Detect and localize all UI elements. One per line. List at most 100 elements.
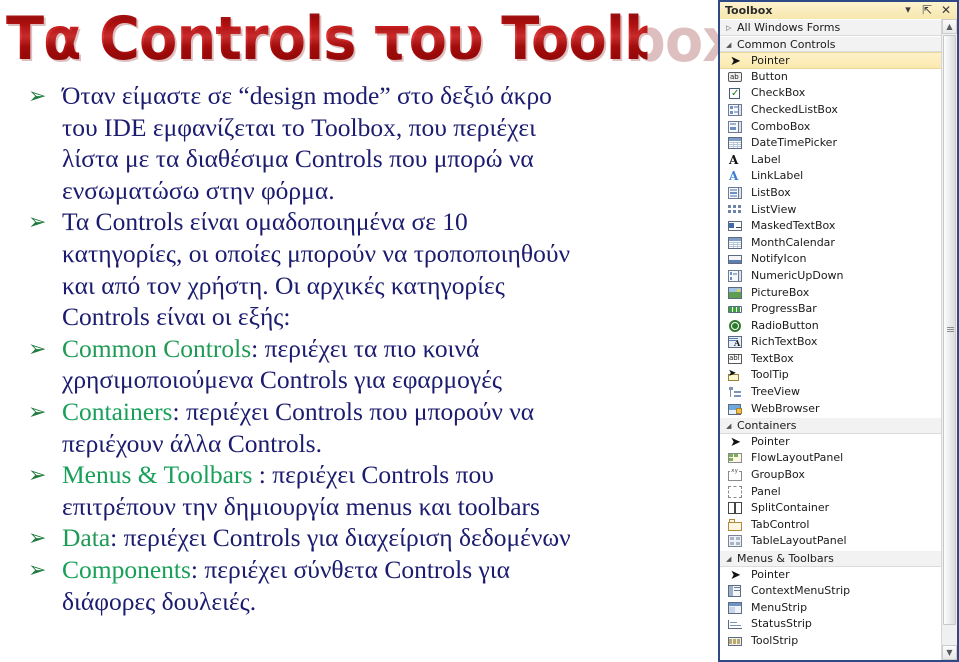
collapsed-triangle-icon[interactable]: ▷ <box>726 20 731 37</box>
scroll-up-icon[interactable]: ▲ <box>942 19 957 34</box>
notifyicon-icon <box>728 253 742 266</box>
toolbox-item[interactable]: StatusStrip <box>720 616 941 633</box>
toolbox-group-label: Common Controls <box>737 37 836 51</box>
slide-bullet: ➢ Containers: περιέχει Controls που μπορο… <box>18 396 698 459</box>
bullet-line: Controls είναι οι εξής: <box>62 302 291 332</box>
statusstrip-icon <box>728 618 742 631</box>
listbox-icon <box>728 186 742 200</box>
monthcalendar-icon <box>728 236 742 250</box>
panel-icon <box>728 485 742 499</box>
toolbox-item[interactable]: abl TextBox <box>720 350 941 368</box>
toolbox-item[interactable]: SplitContainer <box>720 500 941 517</box>
slide-body: ➢ Όταν είμαστε σε “design mode” στο δεξιό… <box>18 80 698 617</box>
tabcontrol-icon <box>728 518 742 532</box>
toolbox-item-label: CheckBox <box>751 86 806 100</box>
maskedtextbox-icon <box>728 220 742 233</box>
bullet-line: επιτρέπουν την δημιουργία menus και tool… <box>62 491 540 521</box>
toolbox-scrollbar[interactable]: ▲ ▼ <box>941 19 957 660</box>
toolbox-item-label: ContextMenuStrip <box>751 584 851 598</box>
toolbox-item[interactable]: FlowLayoutPanel <box>720 450 941 468</box>
toolbox-titlebar[interactable]: Toolbox ▾ ⇱ ✕ <box>720 2 957 20</box>
toolbox-item[interactable]: TableLayoutPanel <box>720 533 941 550</box>
toolbox-item-label: Panel <box>751 484 781 498</box>
pointer-icon: ➤ <box>730 568 741 582</box>
chevron-down-icon[interactable]: ▾ <box>901 3 915 17</box>
toolbox-group-header[interactable]: ▷ All Windows Forms <box>720 19 941 36</box>
toolbox-item[interactable]: xy GroupBox <box>720 467 941 484</box>
toolbox-item[interactable]: A Label <box>720 151 941 169</box>
toolbox-item[interactable]: ProgressBar <box>720 301 941 318</box>
toolbox-item[interactable]: RadioButton <box>720 317 941 335</box>
toolbox-group-label: Menus & Toolbars <box>737 552 834 565</box>
toolbox-item[interactable]: ➤ ToolTip <box>720 367 941 385</box>
bullet-line-text: : περιέχει σύνθετα Controls για <box>190 554 511 584</box>
toolbox-item-label: Pointer <box>751 54 790 68</box>
toolbox-item[interactable]: ➤ Pointer <box>720 566 941 584</box>
bullet-category-label: Data <box>62 523 111 553</box>
toolbox-item[interactable]: NumericUpDown <box>720 267 941 285</box>
toolbox-item[interactable]: MaskedTextBox <box>720 218 941 235</box>
scrollbar-thumb[interactable] <box>943 35 956 625</box>
toolbox-item-label: StatusStrip <box>751 617 812 631</box>
toolbox-item-label: RichTextBox <box>751 335 818 349</box>
expanded-triangle-icon[interactable]: ◢ <box>726 418 731 435</box>
toolbox-item[interactable]: ComboBox <box>720 118 941 136</box>
toolbox-item[interactable]: MonthCalendar <box>720 234 941 252</box>
bullet-category-label: Common Controls <box>62 333 252 363</box>
toolbox-item[interactable]: A RichTextBox <box>720 334 941 351</box>
toolbox-group-header[interactable]: ◢ Containers <box>720 417 941 434</box>
toolbox-item[interactable]: CheckedListBox <box>720 101 941 119</box>
toolbox-item[interactable]: ab Button <box>720 68 941 86</box>
toolbox-item[interactable]: ➤ Pointer <box>720 433 941 451</box>
toolbox-group-header[interactable]: ◢ Common Controls <box>720 35 941 54</box>
toolbox-item[interactable]: TabControl <box>720 516 941 534</box>
scroll-down-icon[interactable]: ▼ <box>942 645 957 660</box>
datetimepicker-icon <box>728 137 742 150</box>
toolbox-item[interactable]: ContextMenuStrip <box>720 583 941 600</box>
toolbox-item[interactable]: ➤ Pointer <box>720 52 941 69</box>
progressbar-icon <box>728 303 742 316</box>
bullet-line: Common Controls: περιέχει τα πιο κοινά <box>62 333 698 365</box>
close-icon[interactable]: ✕ <box>939 3 953 17</box>
toolbox-item[interactable]: PictureBox <box>720 284 941 302</box>
toolbox-item[interactable]: ListBox <box>720 184 941 202</box>
toolbox-item[interactable]: A LinkLabel <box>720 168 941 185</box>
label-icon: A <box>729 153 739 167</box>
pin-icon[interactable]: ⇱ <box>920 3 934 17</box>
toolbox-item-label: MenuStrip <box>751 600 808 614</box>
bullet-line: ενσωματώσω στην φόρμα. <box>62 175 335 205</box>
bullet-line-text: : περιέχει Controls για διαχείριση δεδομ… <box>110 523 571 553</box>
toolbox-list[interactable]: ▷ All Windows Forms ◢ Common Controls ➤ Point… <box>720 19 941 660</box>
expanded-triangle-icon[interactable]: ◢ <box>726 551 731 568</box>
bullet-line: Components: περιέχει σύνθετα Controls γι… <box>62 554 698 586</box>
bullet-line: Τα Controls είναι ομαδοποιημένα σε 10 <box>62 207 468 237</box>
toolbox-item-label: TableLayoutPanel <box>751 534 847 548</box>
toolbox-item[interactable]: ToolStrip <box>720 632 941 650</box>
bullet-arrow-icon: ➢ <box>28 210 47 236</box>
toolbox-item[interactable]: WebBrowser <box>720 400 941 418</box>
toolbox-item[interactable]: ✓ CheckBox <box>720 85 941 102</box>
toolbox-item-label: ToolStrip <box>751 633 799 647</box>
toolbox-item[interactable]: NotifyIcon <box>720 251 941 268</box>
toolbox-window[interactable]: Toolbox ▾ ⇱ ✕ ▷ All Windows Forms ◢ Common … <box>718 0 959 662</box>
radiobutton-icon <box>728 319 742 333</box>
toolbox-item-label: MaskedTextBox <box>751 219 836 233</box>
bullet-category-label: Components <box>62 554 191 584</box>
slide-bullet: ➢ Components: περιέχει σύνθετα Controls γ… <box>18 554 698 617</box>
toolbox-group-header[interactable]: ◢ Menus & Toolbars <box>720 550 941 567</box>
tooltip-icon: ➤ <box>728 369 742 382</box>
bullet-arrow-icon: ➢ <box>28 84 47 109</box>
expanded-triangle-icon[interactable]: ◢ <box>726 37 731 54</box>
bullet-line: του IDE εμφανίζεται το Toolbox, που περι… <box>62 112 536 142</box>
toolbox-item[interactable]: MenuStrip <box>720 599 941 617</box>
toolbox-item-label: NumericUpDown <box>751 268 844 282</box>
toolbox-item[interactable]: TreeView <box>720 384 941 401</box>
webbrowser-icon <box>728 403 742 416</box>
toolbox-item[interactable]: Panel <box>720 483 941 501</box>
toolbox-item-label: Label <box>751 152 781 166</box>
slide-bullet: ➢ Common Controls: περιέχει τα πιο κοινά χ… <box>18 333 698 396</box>
toolbox-item[interactable]: ListView <box>720 201 941 219</box>
pointer-icon: ➤ <box>730 55 741 69</box>
toolbox-item[interactable]: DateTimePicker <box>720 135 941 152</box>
numericupdown-icon <box>728 269 742 283</box>
